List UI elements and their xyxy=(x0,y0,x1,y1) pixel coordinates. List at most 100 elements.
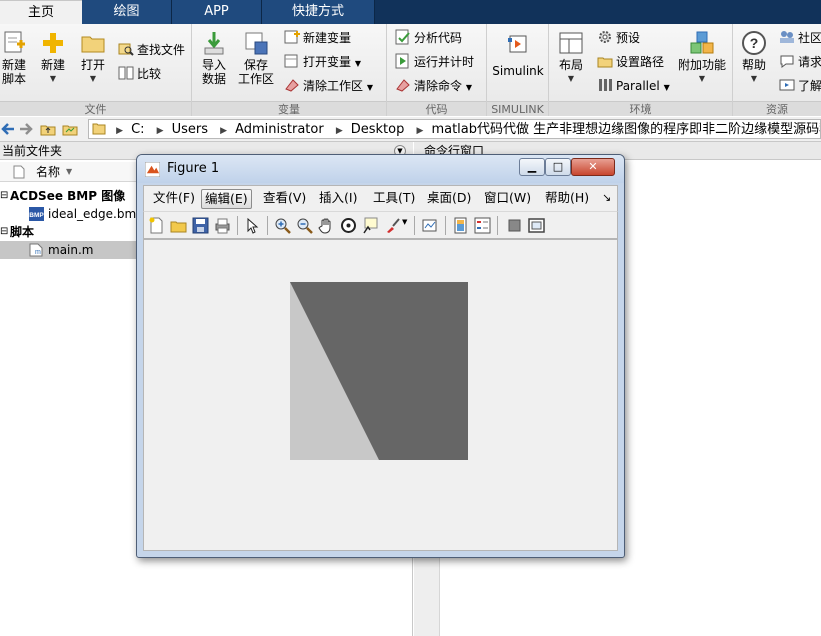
chevron-down-icon: ▼ xyxy=(465,83,472,92)
addons-button[interactable]: 附加功能 ▼ xyxy=(677,30,727,86)
open-button[interactable]: 打开 ▼ xyxy=(78,30,108,86)
column-name-label: 名称 xyxy=(36,165,61,179)
ribbon-group-label: 代码 xyxy=(387,101,486,116)
menu-desktop[interactable]: 桌面(D) xyxy=(424,189,474,209)
maximize-button[interactable]: □ xyxy=(545,158,571,176)
menu-edit[interactable]: 编辑(E) xyxy=(201,189,252,209)
print-icon[interactable] xyxy=(214,217,231,234)
menu-help[interactable]: 帮助(H) xyxy=(542,189,592,209)
zoom-in-icon[interactable] xyxy=(274,217,291,234)
compare-label: 比较 xyxy=(137,67,162,81)
chevron-right-icon: ▶ xyxy=(116,126,124,136)
find-files-button[interactable]: 查找文件 xyxy=(118,40,185,60)
menu-overflow-icon[interactable]: ↘ xyxy=(599,189,614,209)
ribbon-group-resources: ? 帮助 ▼ 社区 请求 了解 资源 xyxy=(733,24,821,116)
ribbon-group-label: 环境 xyxy=(549,101,732,116)
data-cursor-icon[interactable] xyxy=(362,217,379,234)
legend-icon[interactable] xyxy=(474,217,491,234)
chevron-down-icon[interactable]: ▼ xyxy=(402,218,407,226)
link-plot-icon[interactable] xyxy=(422,217,439,234)
show-plot-tools-icon[interactable] xyxy=(528,217,545,234)
preferences-button[interactable]: 预设 xyxy=(597,28,640,48)
close-button[interactable]: ✕ xyxy=(571,158,615,176)
breadcrumb-item[interactable]: C: xyxy=(131,121,144,138)
m-file-icon: m xyxy=(29,243,43,257)
tab-home[interactable]: 主页 xyxy=(0,0,82,24)
rotate-3d-icon[interactable] xyxy=(340,217,357,234)
breadcrumb-item[interactable]: Users xyxy=(172,121,208,138)
breadcrumb-item[interactable]: Desktop xyxy=(351,121,405,138)
maximize-icon: □ xyxy=(552,160,564,173)
chevron-down-icon: ▼ xyxy=(49,74,57,83)
save-workspace-icon xyxy=(245,32,268,55)
set-path-button[interactable]: 设置路径 xyxy=(597,52,664,72)
collapse-minus-icon[interactable]: ⊟ xyxy=(0,223,8,241)
request-support-button[interactable]: 请求 xyxy=(779,52,821,72)
compare-button[interactable]: 比较 xyxy=(118,64,161,84)
community-button[interactable]: 社区 xyxy=(779,28,821,48)
new-button[interactable]: 新建 ▼ xyxy=(38,30,68,86)
open-folder-icon[interactable] xyxy=(170,217,187,234)
menu-file[interactable]: 文件(F) xyxy=(150,189,198,209)
chevron-right-icon: ▶ xyxy=(156,126,164,136)
figure-canvas[interactable] xyxy=(143,239,618,551)
parallel-button[interactable]: Parallel ▼ xyxy=(597,76,670,96)
learn-icon xyxy=(779,79,795,91)
simulink-button[interactable]: Simulink xyxy=(489,32,547,78)
analyze-code-button[interactable]: 分析代码 xyxy=(395,28,462,48)
path-breadcrumb[interactable]: ▶ C: ▶ Users ▶ Administrator ▶ Desktop ▶ matl… xyxy=(88,119,821,139)
breadcrumb-item[interactable]: Administrator xyxy=(235,121,324,138)
run-and-time-icon xyxy=(395,53,409,69)
menu-tools[interactable]: 工具(T) xyxy=(370,189,418,209)
svg-text:BMP: BMP xyxy=(29,212,44,219)
help-button[interactable]: ? 帮助 ▼ xyxy=(737,30,771,86)
menu-insert[interactable]: 插入(I) xyxy=(316,189,360,209)
new-variable-label: 新建变量 xyxy=(303,31,352,45)
menu-window[interactable]: 窗口(W) xyxy=(481,189,534,209)
layout-button[interactable]: 布局 ▼ xyxy=(555,30,587,86)
browse-folder-icon[interactable] xyxy=(62,121,78,137)
figure-title-bar[interactable]: Figure 1 ▁ □ ✕ xyxy=(137,155,624,183)
tab-plots[interactable]: 绘图 xyxy=(82,0,172,24)
clear-commands-label: 清除命令 xyxy=(414,79,463,93)
forward-arrow-icon[interactable] xyxy=(18,121,34,137)
back-arrow-icon[interactable] xyxy=(0,121,16,137)
clear-commands-button[interactable]: 清除命令 ▼ xyxy=(395,76,472,96)
run-and-time-button[interactable]: 运行并计时 xyxy=(395,52,474,72)
new-variable-button[interactable]: 新建变量 xyxy=(284,28,351,48)
save-icon[interactable] xyxy=(192,217,209,234)
brush-icon[interactable] xyxy=(384,217,401,234)
menu-view[interactable]: 查看(V) xyxy=(260,189,309,209)
ribbon-group-simulink: Simulink SIMULINK xyxy=(487,24,549,116)
learn-button[interactable]: 了解 xyxy=(779,76,821,96)
up-folder-icon[interactable] xyxy=(40,121,56,137)
tab-apps[interactable]: APP xyxy=(172,0,262,24)
toolbar-separator xyxy=(414,216,415,235)
new-plus-icon xyxy=(43,33,63,53)
import-data-icon xyxy=(204,32,224,55)
pan-hand-icon[interactable] xyxy=(318,217,335,234)
hide-plot-tools-icon[interactable] xyxy=(506,217,523,234)
new-script-icon xyxy=(4,31,25,53)
breadcrumb-item[interactable]: matlab代码代做 生产非理想边缘图像的程序即非二阶边缘模型源码程序 xyxy=(431,121,820,138)
pointer-icon[interactable] xyxy=(244,217,261,234)
open-variable-button[interactable]: 打开变量 ▼ xyxy=(284,52,361,72)
minimize-button[interactable]: ▁ xyxy=(519,158,545,176)
new-file-icon[interactable] xyxy=(148,217,165,234)
tab-shortcuts[interactable]: 快捷方式 xyxy=(262,0,375,24)
import-data-label: 导入 数据 xyxy=(201,58,226,86)
zoom-out-icon[interactable] xyxy=(296,217,313,234)
layout-label: 布局 xyxy=(558,58,583,72)
ribbon-group-label: 资源 xyxy=(733,101,821,116)
folder-icon xyxy=(92,123,106,135)
colorbar-icon[interactable] xyxy=(452,217,469,234)
help-label: 帮助 xyxy=(741,58,766,72)
save-workspace-button[interactable]: 保存 工作区 xyxy=(238,30,274,86)
clear-workspace-button[interactable]: 清除工作区 ▼ xyxy=(284,76,373,96)
import-data-button[interactable]: 导入 数据 xyxy=(198,30,230,86)
new-script-button[interactable]: 新建 脚本 xyxy=(0,30,28,86)
file-name: ideal_edge.bmp xyxy=(48,207,144,221)
ribbon-group-label: SIMULINK xyxy=(487,101,548,116)
collapse-minus-icon[interactable]: ⊟ xyxy=(0,187,8,205)
tree-group-label: ACDSee BMP 图像 xyxy=(10,189,126,203)
